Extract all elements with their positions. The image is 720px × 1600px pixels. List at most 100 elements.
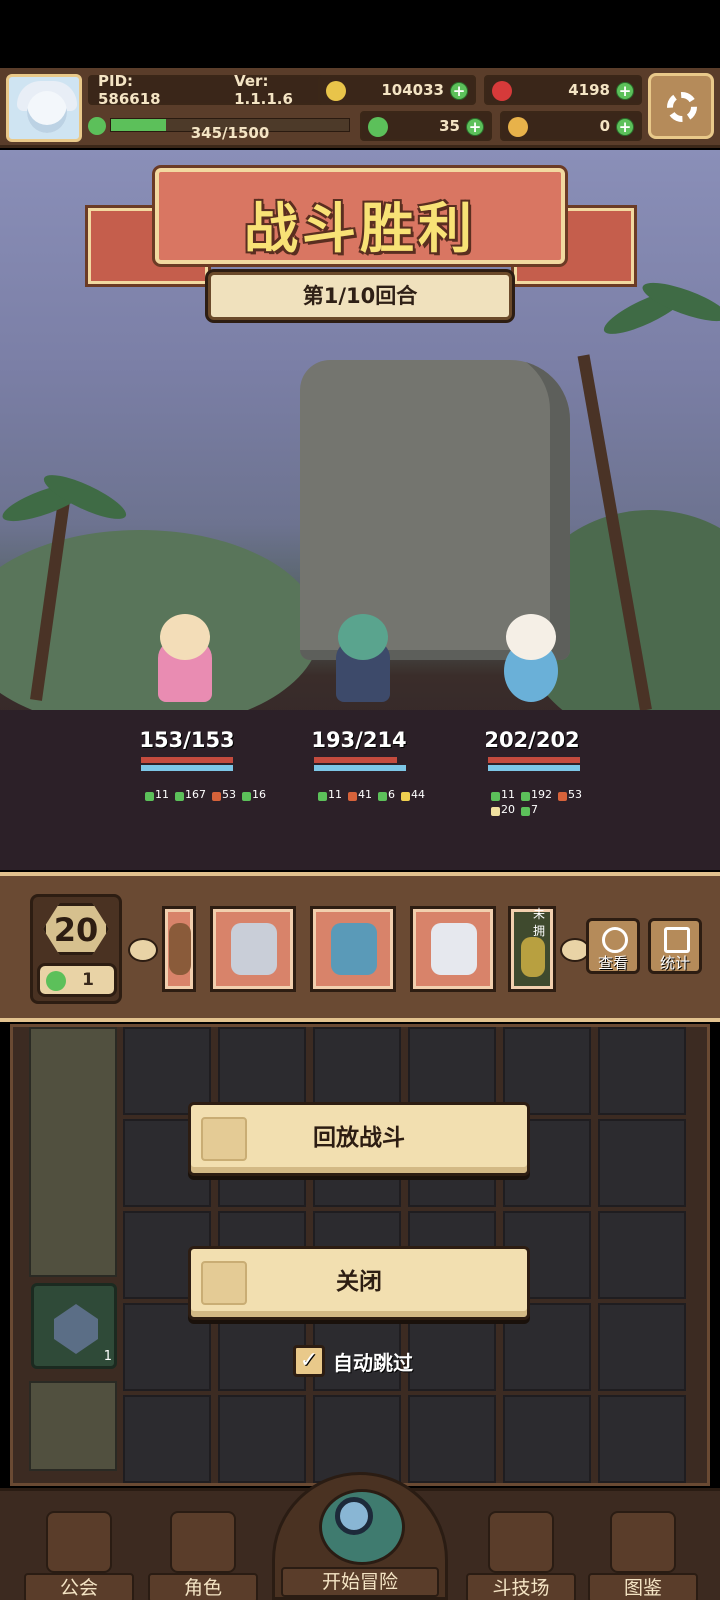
add-key-icon[interactable]: + [616, 118, 634, 136]
hero-hp-bars [314, 757, 406, 773]
board-cell[interactable] [123, 1395, 211, 1483]
board-cell[interactable] [598, 1211, 686, 1299]
gold-value: 104033 [381, 81, 444, 99]
item-slot-crystal-armor[interactable] [310, 906, 396, 992]
buff-item: 53 [558, 788, 582, 801]
clover-panel[interactable]: 35 + [360, 111, 492, 141]
buff-item: 7 [521, 803, 538, 816]
buff-item: 53 [212, 788, 236, 801]
nav-guild[interactable]: 公会 [24, 1511, 134, 1600]
close-label: 关闭 [336, 1269, 382, 1295]
hero-buff-list: 11 167 53 16 [145, 788, 275, 801]
book-icon [610, 1511, 676, 1573]
clover-icon [368, 117, 388, 137]
xp-panel: 345/1500 [88, 111, 350, 142]
pid-text: PID: 586618 [98, 72, 161, 108]
gem-slot[interactable]: 1 [31, 1283, 117, 1369]
close-button[interactable]: 关闭 [188, 1246, 530, 1320]
hero-bunny-girl[interactable] [318, 610, 408, 710]
hero-head [506, 614, 556, 660]
board-cell[interactable] [313, 1395, 401, 1483]
stats-label: 统计 [659, 954, 690, 972]
hero-fox-mage[interactable] [140, 610, 230, 710]
auto-skip-label: 自动跳过 [333, 1350, 413, 1375]
crossed-swords-icon [488, 1511, 554, 1573]
victory-banner: 战斗胜利 [155, 168, 565, 264]
mana-bar [141, 765, 233, 771]
list-icon [664, 927, 690, 953]
replay-label: 回放战斗 [313, 1125, 405, 1151]
clover-count: 1 [82, 970, 94, 990]
gem-value: 4198 [568, 81, 610, 99]
board-cell[interactable] [408, 1395, 496, 1483]
version-text: Ver: 1.1.1.6 [234, 72, 293, 108]
replay-battle-button[interactable]: 回放战斗 [188, 1102, 530, 1176]
board-cell[interactable] [598, 1119, 686, 1207]
nav-codex[interactable]: 图鉴 [588, 1511, 698, 1600]
auto-skip-checkbox[interactable]: ✓ [293, 1345, 325, 1377]
victory-title: 战斗胜利 [244, 197, 476, 260]
item-slot-gauntlet[interactable] [410, 906, 496, 992]
status-bar [0, 0, 720, 68]
item-slot-helmet[interactable] [210, 906, 296, 992]
key-icon [508, 117, 528, 137]
magnifier-icon [335, 1497, 373, 1535]
xp-bar: 345/1500 [110, 118, 350, 142]
hero-hp-bars [488, 757, 580, 773]
board-cell[interactable] [503, 1395, 591, 1483]
gold-panel[interactable]: 104033 + [318, 75, 476, 105]
hero-head [160, 614, 210, 660]
board-cell[interactable] [218, 1395, 306, 1483]
gem-panel[interactable]: 4198 + [484, 75, 642, 105]
key-panel[interactable]: 0 + [500, 111, 642, 141]
hero-hp-text: 193/214 [311, 728, 407, 752]
nav-character[interactable]: 角色 [148, 1511, 258, 1600]
player-avatar[interactable] [6, 74, 82, 142]
hero-head [338, 614, 388, 660]
armor-icon [169, 923, 191, 975]
hero-buff-list: 11 41 6 44 [318, 788, 448, 801]
scroll-left-button[interactable] [128, 938, 158, 962]
level-badge: 20 [43, 903, 109, 955]
key-value: 0 [599, 117, 610, 135]
hp-bar [314, 757, 397, 763]
hero-hp-text: 202/202 [484, 728, 580, 752]
add-gem-icon[interactable]: + [616, 82, 634, 100]
stats-button[interactable]: 统计 [648, 918, 702, 974]
nav-arena[interactable]: 斗技场 [466, 1511, 576, 1600]
board-cell[interactable] [598, 1395, 686, 1483]
add-gold-icon[interactable]: + [450, 82, 468, 100]
auto-skip-toggle[interactable]: ✓ 自动跳过 [293, 1344, 413, 1378]
avatar-face [27, 91, 67, 133]
gear-icon [667, 92, 697, 122]
hp-bar [488, 757, 580, 763]
ruby-gem-icon [492, 81, 512, 101]
hp-bar [141, 757, 233, 763]
magnifier-icon [602, 927, 628, 953]
replay-icon [201, 1117, 247, 1161]
level-box: 20 1 [30, 894, 122, 1004]
buff-item: 167 [175, 788, 206, 801]
buff-item: 11 [318, 788, 342, 801]
buff-item: 20 [491, 803, 515, 816]
nav-character-label: 角色 [148, 1573, 258, 1600]
hero-pearl-princess[interactable] [486, 610, 576, 710]
board-column [29, 1381, 117, 1471]
item-slot-armor[interactable] [162, 906, 196, 992]
add-clover-icon[interactable]: + [466, 118, 484, 136]
buff-item: 16 [242, 788, 266, 801]
item-not-owned-label: 未拥 [533, 907, 546, 938]
view-button[interactable]: 查看 [586, 918, 640, 974]
round-counter: 第1/10回合 [208, 272, 512, 320]
item-slot-statue[interactable]: 未拥 [508, 906, 556, 992]
gauntlet-icon [431, 923, 477, 975]
clover-icon [46, 971, 66, 991]
buff-item: 192 [521, 788, 552, 801]
settings-button[interactable] [648, 73, 714, 139]
gold-coin-icon [326, 81, 346, 101]
nav-arena-label: 斗技场 [466, 1573, 576, 1600]
board-cell[interactable] [598, 1027, 686, 1115]
buff-item: 41 [348, 788, 372, 801]
buff-item: 44 [401, 788, 425, 801]
board-cell[interactable] [598, 1303, 686, 1391]
